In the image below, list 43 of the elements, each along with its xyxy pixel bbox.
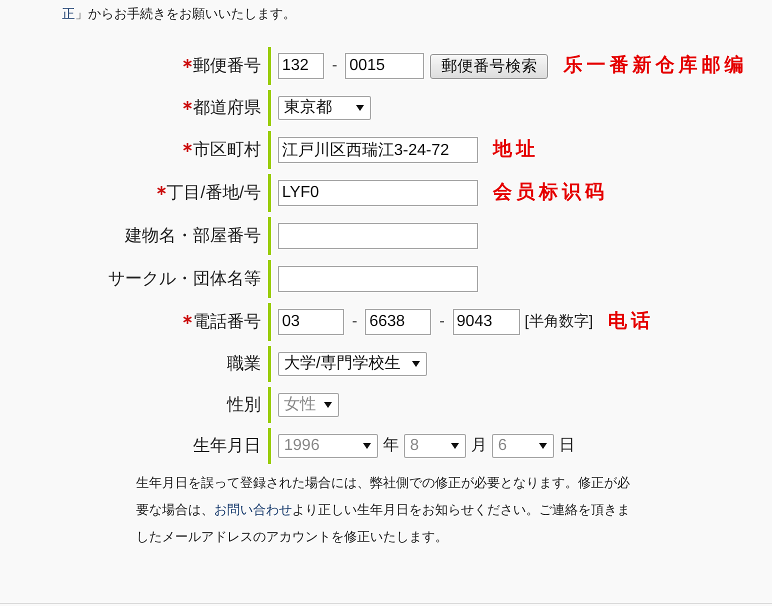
input-field[interactable]: 132: [278, 53, 324, 79]
input-field[interactable]: 江戸川区西瑞江3-24-72: [278, 137, 478, 163]
unit-text: 月: [471, 436, 487, 456]
caret-icon: [363, 443, 371, 449]
caret-icon: [412, 361, 420, 367]
search-button[interactable]: 郵便番号検索: [430, 54, 548, 78]
annotation-text: 地址: [493, 138, 539, 162]
field-label: 生年月日: [193, 435, 261, 457]
field-label: 丁目/番地/号: [166, 182, 261, 204]
dropdown[interactable]: 東京都: [278, 96, 371, 120]
dash-text: -: [351, 312, 358, 332]
field-label: 市区町村: [193, 139, 261, 161]
annotation-text: 乐一番新仓库邮编: [563, 54, 748, 78]
dropdown[interactable]: 大学/専門学校生: [278, 352, 427, 376]
caret-icon: [451, 443, 459, 449]
caret-icon: [356, 105, 364, 111]
hint-text: [半角数字]: [524, 312, 593, 332]
contact-link[interactable]: お問い合わせ: [214, 502, 292, 517]
field-label: 職業: [227, 353, 261, 375]
input-field[interactable]: 6638: [365, 309, 432, 335]
annotation-text: 电话: [608, 310, 654, 334]
dash-text: -: [438, 312, 446, 332]
dash-text: -: [331, 56, 338, 76]
input-field[interactable]: [278, 223, 478, 249]
input-field[interactable]: 03: [278, 309, 344, 335]
field-label: 郵便番号: [193, 55, 261, 77]
annotation-text: 会员标识码: [493, 181, 608, 205]
input-field[interactable]: 0015: [345, 53, 424, 79]
unit-text: 年: [383, 436, 399, 456]
input-field[interactable]: LYF0: [278, 180, 478, 206]
text-link[interactable]: 正: [62, 6, 75, 21]
field-label: 性別: [227, 394, 261, 416]
input-field[interactable]: 9043: [452, 309, 520, 335]
field-label: 電話番号: [193, 311, 261, 333]
input-field[interactable]: [278, 266, 478, 292]
field-label: 都道府県: [193, 97, 261, 119]
caret-icon: [539, 443, 547, 449]
field-label: サークル・団体名等: [108, 268, 261, 290]
caret-icon: [324, 402, 332, 408]
field-label: 建物名・部屋番号: [125, 225, 261, 247]
intro-text: 正」からお手続きをお願いいたします。: [62, 5, 296, 23]
unit-text: 日: [559, 436, 575, 456]
note-text: 生年月日を誤って登録された場合には、弊社側での修正が必要となります。修正が必要な場合は、お問い合わせより正しい生年月日をお知らせください。ご連絡を頂きましたメールアドレスのアカウントを修正いたします。: [136, 474, 631, 546]
